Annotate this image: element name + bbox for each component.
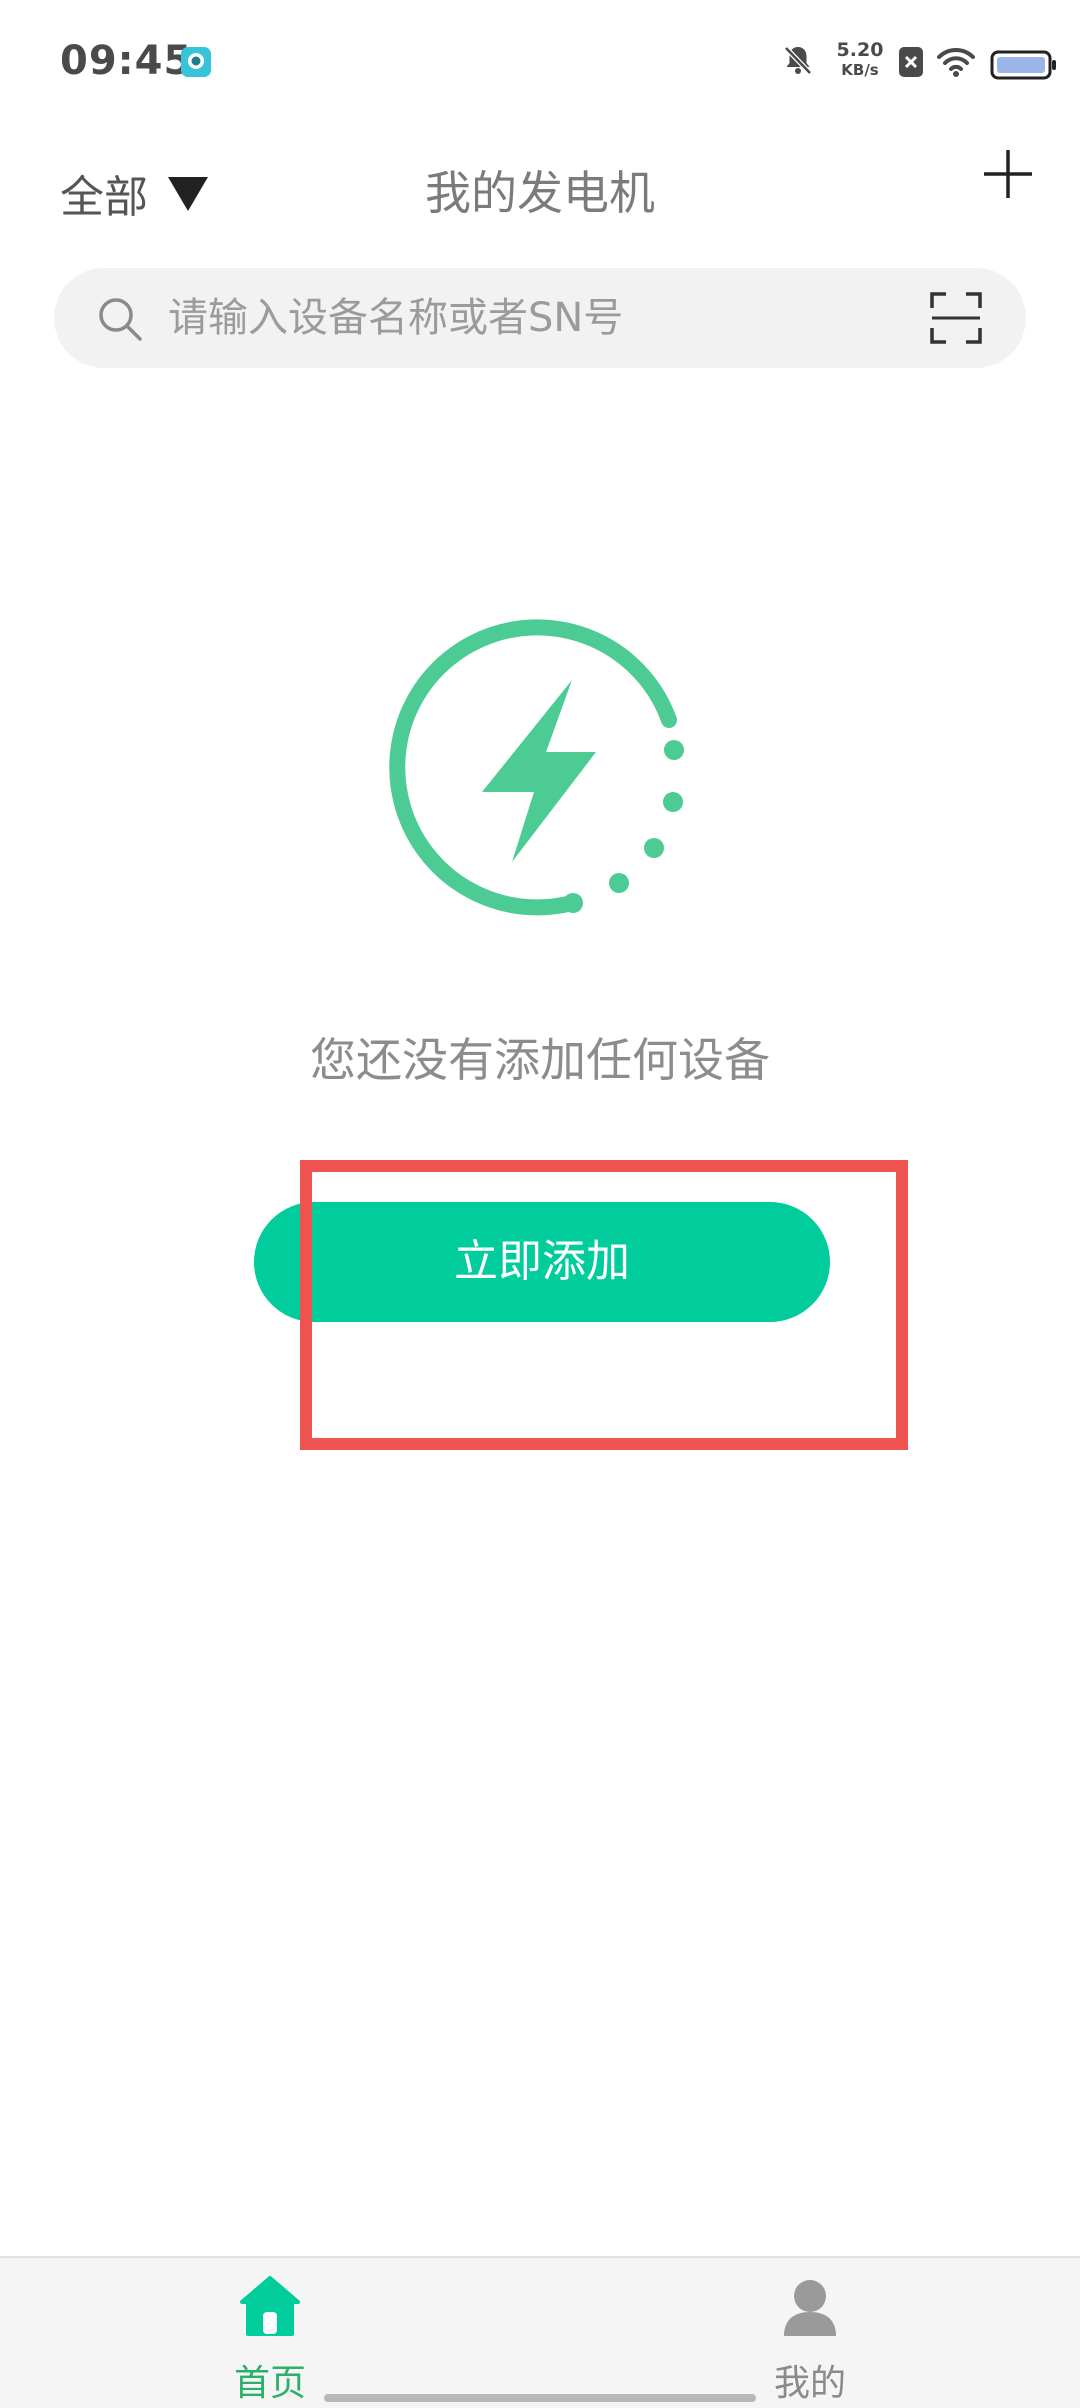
- header: 全部 我的发电机: [0, 126, 1080, 256]
- mute-bell-icon: [784, 46, 812, 75]
- wifi-icon: [937, 47, 975, 77]
- status-bar: 09:45 5.20 KB/s: [0, 0, 1080, 126]
- lightning-charge-icon: [389, 619, 684, 916]
- network-speed-unit: KB/s: [841, 61, 879, 79]
- network-speed: 5.20 KB/s: [830, 40, 890, 80]
- tab-home[interactable]: 首页: [170, 2258, 370, 2408]
- status-time: 09:45: [60, 38, 193, 84]
- highlight-annotation-box: [300, 1160, 908, 1450]
- profile-icon: [784, 2280, 836, 2336]
- sim-off-icon: [899, 47, 923, 77]
- search-input[interactable]: [168, 268, 868, 368]
- plus-icon[interactable]: [978, 144, 1038, 204]
- empty-state-message: 您还没有添加任何设备: [310, 1033, 770, 1087]
- scan-icon[interactable]: [928, 290, 984, 346]
- search-bar: [54, 268, 1026, 368]
- page-title: 我的发电机: [425, 166, 655, 220]
- page: 09:45 5.20 KB/s 全部 我的发电机 请输入设备名称或者SN号 您还…: [0, 0, 1080, 2408]
- battery-icon: [990, 50, 1056, 80]
- network-speed-value: 5.20: [836, 39, 884, 61]
- search-icon: [99, 298, 142, 341]
- home-icon: [240, 2276, 300, 2336]
- app-notification-icon: [181, 47, 211, 77]
- bottom-tab-bar: 首页 我的: [0, 2256, 1080, 2408]
- home-indicator[interactable]: [324, 2394, 756, 2402]
- tab-profile[interactable]: 我的: [710, 2258, 910, 2408]
